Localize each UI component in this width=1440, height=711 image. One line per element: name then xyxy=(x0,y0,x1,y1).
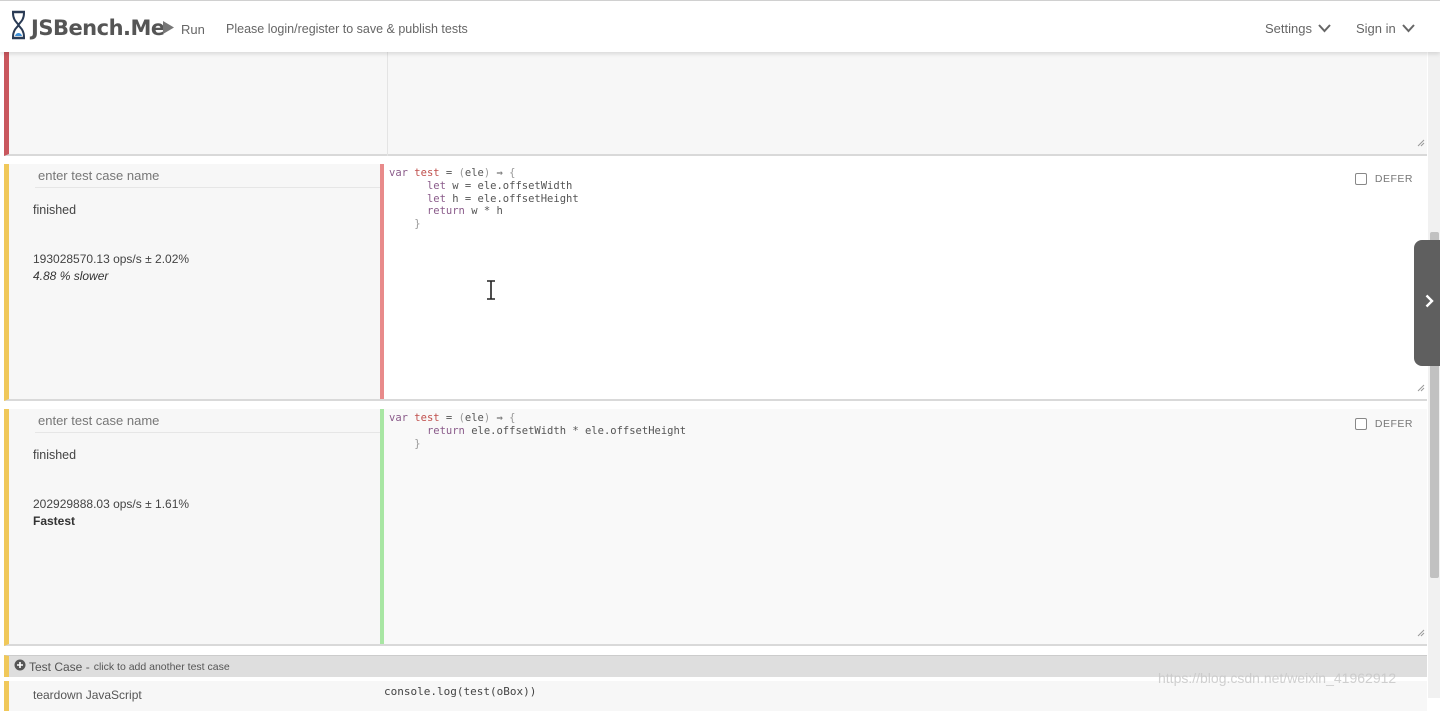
settings-label: Settings xyxy=(1265,21,1312,36)
checkbox-icon[interactable] xyxy=(1354,418,1367,430)
text-cursor-icon xyxy=(484,280,498,305)
test-case: enter test case name finished 193028570.… xyxy=(4,164,1427,401)
ops-result: 202929888.03 ops/s ± 1.61% xyxy=(33,497,190,511)
chevron-right-icon xyxy=(1425,294,1434,313)
signin-dropdown[interactable]: Sign in xyxy=(1356,21,1415,36)
ops-result: 193028570.13 ops/s ± 2.02% xyxy=(33,252,190,266)
defer-checkbox[interactable]: DEFER xyxy=(1354,418,1413,430)
teardown-code[interactable]: console.log(test(oBox)) xyxy=(384,685,536,698)
hourglass-icon xyxy=(10,10,27,45)
chevron-down-icon xyxy=(1402,21,1415,36)
panel-divider xyxy=(387,52,388,156)
side-panel-toggle[interactable] xyxy=(1414,240,1440,366)
test-case-name-input[interactable]: enter test case name xyxy=(35,168,380,188)
code-text[interactable]: var test = (ele) ⇒ { return ele.offsetWi… xyxy=(389,412,686,450)
brand-name: JSBench.Me xyxy=(31,15,165,40)
watermark: https://blog.csdn.net/weixin_41962912 xyxy=(1158,670,1397,686)
checkbox-icon[interactable] xyxy=(1354,173,1367,185)
signin-label: Sign in xyxy=(1356,21,1396,36)
resize-handle-icon[interactable] xyxy=(1417,379,1425,397)
add-case-hint: click to add another test case xyxy=(93,660,230,673)
add-case-label: Test Case - xyxy=(29,659,90,674)
code-gutter xyxy=(380,164,384,399)
resize-handle-icon[interactable] xyxy=(1417,134,1425,152)
setup-panel xyxy=(4,52,1427,156)
defer-checkbox[interactable]: DEFER xyxy=(1354,173,1413,185)
code-editor[interactable]: var test = (ele) ⇒ { let w = ele.offsetW… xyxy=(380,164,1427,399)
defer-label: DEFER xyxy=(1374,173,1413,185)
comparison-result: 4.88 % slower xyxy=(33,269,109,283)
test-status: finished xyxy=(33,203,77,217)
comparison-result: Fastest xyxy=(33,514,76,528)
test-case-name-input[interactable]: enter test case name xyxy=(35,413,380,433)
main-content: enter test case name finished 193028570.… xyxy=(0,52,1428,711)
brand-logo[interactable]: JSBench.Me xyxy=(10,10,165,45)
resize-handle-icon[interactable] xyxy=(1417,624,1425,642)
code-editor[interactable]: var test = (ele) ⇒ { return ele.offsetWi… xyxy=(380,409,1427,644)
settings-dropdown[interactable]: Settings xyxy=(1265,21,1331,36)
test-status: finished xyxy=(33,448,77,462)
code-text[interactable]: var test = (ele) ⇒ { let w = ele.offsetW… xyxy=(389,167,579,231)
chevron-down-icon xyxy=(1318,21,1331,36)
teardown-label: teardown JavaScript xyxy=(33,688,142,702)
plus-circle-icon xyxy=(14,659,26,674)
code-gutter xyxy=(380,409,384,644)
defer-label: DEFER xyxy=(1374,418,1413,430)
navbar: JSBench.Me Run Please login/register to … xyxy=(0,0,1440,52)
login-message: Please login/register to save & publish … xyxy=(226,22,468,36)
play-icon xyxy=(162,20,175,38)
run-label: Run xyxy=(181,21,205,37)
run-button[interactable]: Run xyxy=(162,20,205,38)
test-case: enter test case name finished 202929888.… xyxy=(4,409,1427,646)
